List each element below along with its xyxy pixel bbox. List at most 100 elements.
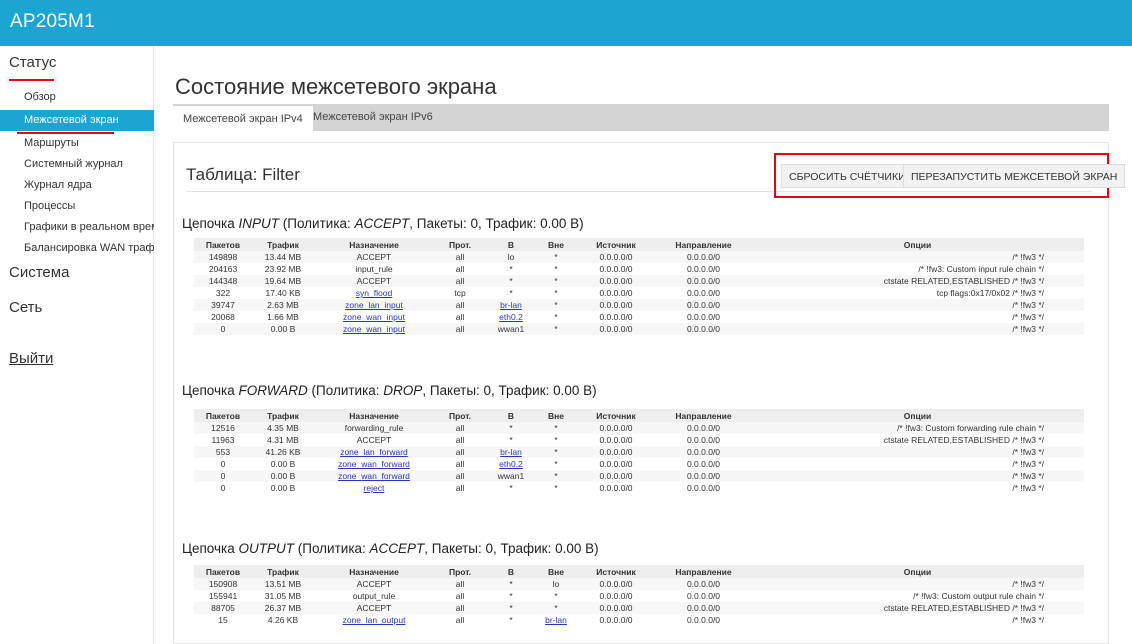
cell-target[interactable]: reject (314, 482, 434, 494)
cell-src: 0.0.0.0/0 (576, 482, 656, 494)
status-underline (9, 79, 54, 81)
cell-target[interactable]: syn_flood (314, 287, 434, 299)
cell-src: 0.0.0.0/0 (576, 422, 656, 434)
cell-in[interactable]: br-lan (486, 446, 536, 458)
chain-title-policy: ACCEPT (354, 216, 410, 231)
cell-in: * (486, 422, 536, 434)
page-title: Состояние межсетевого экрана (175, 74, 497, 99)
cell-packets: 204163 (194, 263, 252, 275)
table-row: 15 4.26 KB zone_lan_output all * br-lan 0.0.0.… (194, 614, 1084, 626)
column-header: Вне (536, 238, 576, 251)
sidebar-item-syslog[interactable]: Системный журнал (0, 154, 154, 175)
cell-src: 0.0.0.0/0 (576, 458, 656, 470)
column-header: Пакетов (194, 238, 252, 251)
table-row: 150908 13.51 MB ACCEPT all * lo 0.0.0.0/0 0.0.0… (194, 578, 1084, 590)
cell-out[interactable]: br-lan (536, 614, 576, 626)
cell-target[interactable]: zone_lan_output (314, 614, 434, 626)
cell-opts: ctstate RELATED,ESTABLISHED /* !fw3 */ (751, 602, 1084, 614)
brand-title[interactable]: AP205M1 (10, 11, 95, 33)
sidebar-item-kernel-log[interactable]: Журнал ядра (0, 175, 154, 196)
cell-prot: all (434, 458, 486, 470)
column-header: Источник (576, 238, 656, 251)
cell-dst: 0.0.0.0/0 (656, 323, 751, 335)
chain-title-name: INPUT (238, 216, 280, 231)
table-title: Таблица: Filter (186, 165, 300, 184)
table-row: 204163 23.92 MB input_rule all * * 0.0.0.0/0 0.… (194, 263, 1084, 275)
cell-in[interactable]: eth0.2 (486, 458, 536, 470)
cell-prot: all (434, 323, 486, 335)
cell-in: lo (486, 251, 536, 263)
reset-counters-button[interactable]: СБРОСИТЬ СЧЁТЧИКИ (781, 164, 914, 188)
cell-in[interactable]: br-lan (486, 299, 536, 311)
cell-packets: 0 (194, 323, 252, 335)
cell-dst: 0.0.0.0/0 (656, 275, 751, 287)
tab-ipv6[interactable]: Межсетевой экран IPv6 (303, 104, 443, 131)
cell-target: output_rule (314, 590, 434, 602)
restart-firewall-button[interactable]: ПЕРЕЗАПУСТИТЬ МЕЖСЕТЕВОЙ ЭКРАН (903, 164, 1126, 188)
sidebar-group-status[interactable]: Статус (0, 54, 56, 71)
sidebar-group-network[interactable]: Сеть (0, 299, 42, 316)
column-header: Трафик (252, 409, 314, 422)
cell-prot: all (434, 446, 486, 458)
sidebar-item-realtime-graphs[interactable]: Графики в реальном време (0, 217, 154, 238)
cell-prot: all (434, 311, 486, 323)
chain-title-suffix: , Пакеты: 0, Трафик: 0.00 B) (422, 383, 597, 398)
cell-dst: 0.0.0.0/0 (656, 251, 751, 263)
column-header: Направление (656, 238, 751, 251)
logout-link[interactable]: Выйти (0, 350, 53, 367)
sidebar-item-firewall[interactable]: Межсетевой экран (0, 110, 154, 131)
cell-target[interactable]: zone_wan_forward (314, 470, 434, 482)
cell-dst: 0.0.0.0/0 (656, 263, 751, 275)
cell-opts: /* !fw3 */ (751, 458, 1084, 470)
column-header: Направление (656, 409, 751, 422)
chain-title-forward: Цепочка FORWARD (Политика: DROP, Пакеты:… (182, 383, 597, 398)
table-row: 88705 26.37 MB ACCEPT all * * 0.0.0.0/0 0.0.0.0… (194, 602, 1084, 614)
cell-target: ACCEPT (314, 434, 434, 446)
cell-opts: /* !fw3 */ (751, 578, 1084, 590)
cell-packets: 322 (194, 287, 252, 299)
sidebar-item-overview[interactable]: Обзор (0, 87, 154, 108)
column-header: Источник (576, 565, 656, 578)
cell-dst: 0.0.0.0/0 (656, 482, 751, 494)
table-row: 149898 13.44 MB ACCEPT all lo * 0.0.0.0/0 0.0.0… (194, 251, 1084, 263)
cell-target: ACCEPT (314, 602, 434, 614)
cell-packets: 39747 (194, 299, 252, 311)
chain-title-name: FORWARD (238, 383, 308, 398)
table-row: 11963 4.31 MB ACCEPT all * * 0.0.0.0/0 0.0.0.0/… (194, 434, 1084, 446)
sidebar-item-wan-balancing[interactable]: Балансировка WAN трафик (0, 238, 154, 259)
tab-ipv4[interactable]: Межсетевой экран IPv4 (173, 104, 313, 132)
cell-src: 0.0.0.0/0 (576, 614, 656, 626)
cell-in: * (486, 434, 536, 446)
cell-packets: 0 (194, 482, 252, 494)
cell-target[interactable]: zone_wan_forward (314, 458, 434, 470)
cell-in[interactable]: eth0.2 (486, 311, 536, 323)
cell-target: ACCEPT (314, 251, 434, 263)
column-header: Пакетов (194, 565, 252, 578)
cell-opts: /* !fw3: Custom forwarding rule chain */ (751, 422, 1084, 434)
sidebar-group-system[interactable]: Система (0, 264, 69, 281)
cell-out: * (536, 251, 576, 263)
cell-target[interactable]: zone_lan_forward (314, 446, 434, 458)
table-row: 20068 1.66 MB zone_wan_input all eth0.2 * 0.0.… (194, 311, 1084, 323)
cell-target[interactable]: zone_wan_input (314, 323, 434, 335)
cell-traffic: 13.44 MB (252, 251, 314, 263)
cell-in: * (486, 578, 536, 590)
table-row: 39747 2.63 MB zone_lan_input all br-lan * 0.0.… (194, 299, 1084, 311)
cell-target[interactable]: zone_lan_input (314, 299, 434, 311)
column-header: Назначение (314, 565, 434, 578)
cell-src: 0.0.0.0/0 (576, 299, 656, 311)
cell-opts: /* !fw3 */ (751, 482, 1084, 494)
sidebar-item-routes[interactable]: Маршруты (0, 133, 154, 154)
column-header: Направление (656, 565, 751, 578)
cell-target: ACCEPT (314, 578, 434, 590)
cell-out: * (536, 470, 576, 482)
cell-dst: 0.0.0.0/0 (656, 590, 751, 602)
cell-dst: 0.0.0.0/0 (656, 614, 751, 626)
cell-traffic: 4.35 MB (252, 422, 314, 434)
cell-target: input_rule (314, 263, 434, 275)
column-header: Трафик (252, 238, 314, 251)
sidebar-item-processes[interactable]: Процессы (0, 196, 154, 217)
cell-in: * (486, 263, 536, 275)
cell-dst: 0.0.0.0/0 (656, 578, 751, 590)
cell-target[interactable]: zone_wan_input (314, 311, 434, 323)
